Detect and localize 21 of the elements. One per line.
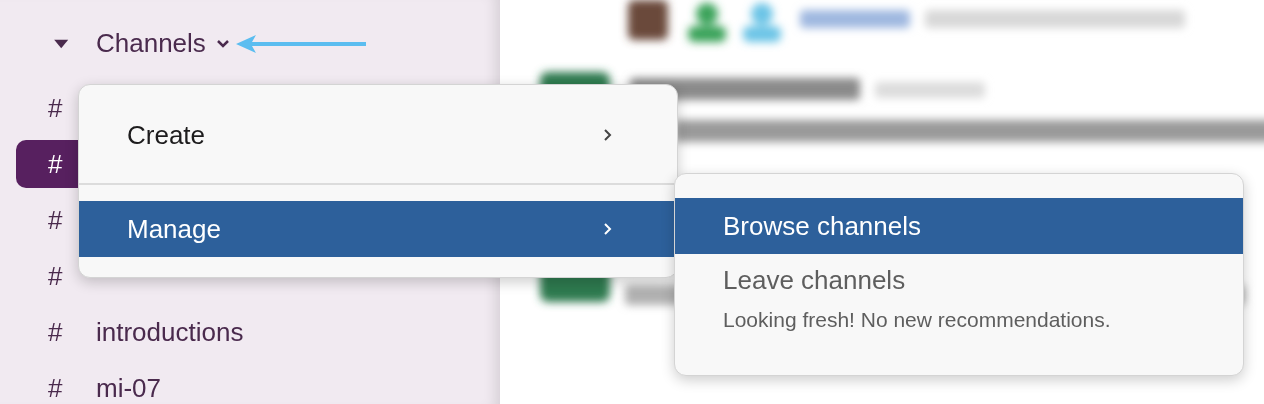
channel-name: introductions (96, 315, 244, 349)
menu-item[interactable]: Manage (79, 201, 677, 257)
hash-icon: # (48, 88, 72, 128)
submenu-note: Looking fresh! No new recommendations. (723, 307, 1112, 333)
section-title[interactable]: Channels (96, 24, 206, 63)
hash-icon: # (48, 200, 72, 240)
hash-icon: # (48, 256, 72, 296)
chevron-right-icon (603, 128, 613, 142)
chevron-down-icon[interactable] (215, 38, 230, 49)
submenu-item[interactable]: Leave channels Looking fresh! No new recommendations. (675, 254, 1243, 336)
hash-icon: # (48, 368, 72, 404)
chevron-right-icon (603, 222, 613, 236)
submenu-label: Leave channels (723, 264, 907, 296)
submenu-item[interactable]: Browse channels (675, 198, 1243, 254)
submenu-label: Browse channels (723, 210, 922, 242)
channel-name: mi-07 (96, 371, 161, 404)
menu-item[interactable]: Create (79, 107, 677, 163)
channel-item[interactable]: # introductions (16, 308, 484, 356)
hash-icon: # (48, 312, 72, 352)
hash-icon: # (48, 144, 72, 184)
channel-item[interactable]: # mi-07 (16, 364, 484, 404)
